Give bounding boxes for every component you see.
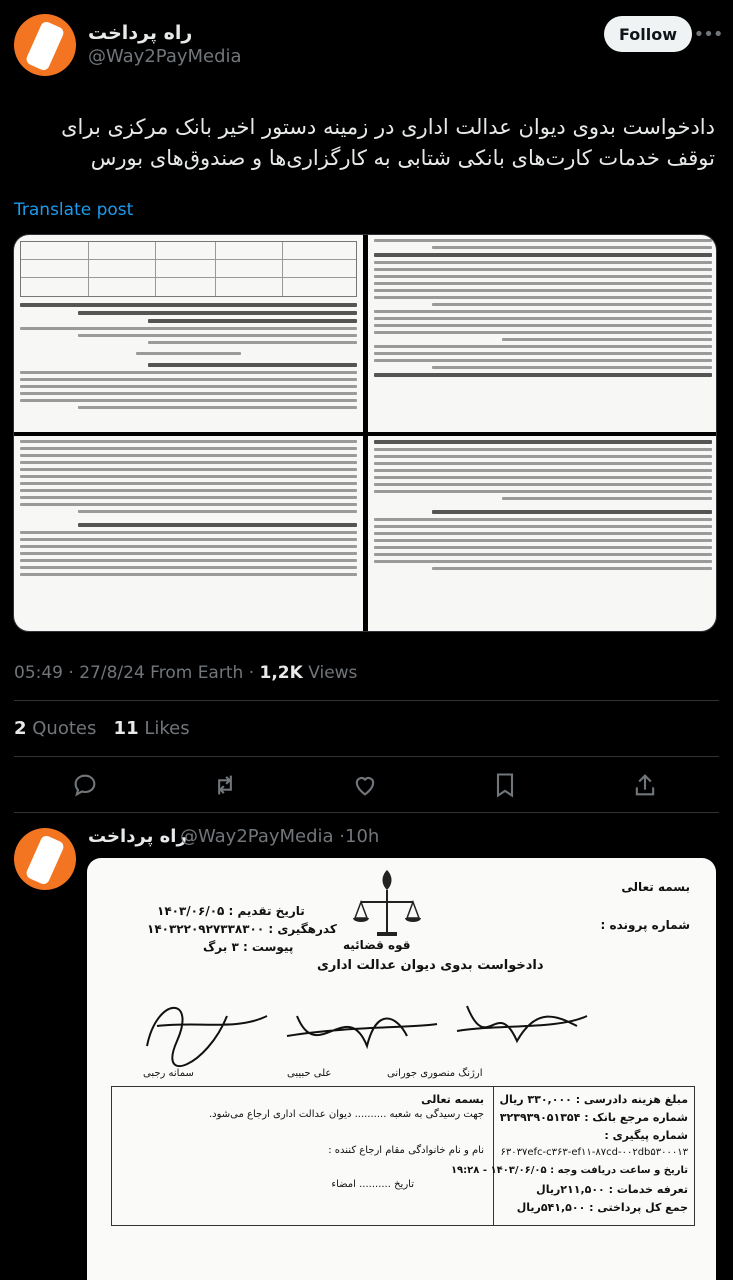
doc-basmala: بسمه تعالی <box>621 880 690 894</box>
quotes-link[interactable]: 2 Quotes <box>14 718 96 739</box>
fee-line: تعرفه خدمات : ۲۱۱,۵۰۰ریال <box>536 1183 688 1196</box>
referral-line: نام و نام خانوادگی مقام ارجاع کننده : <box>328 1145 484 1156</box>
referral-basmala: بسمه تعالی <box>421 1093 484 1106</box>
retweet-icon[interactable] <box>211 771 239 799</box>
reply-author-avatar[interactable] <box>14 828 76 890</box>
author-handle[interactable]: @Way2PayMedia <box>88 46 242 67</box>
fee-line: جمع کل پرداختی : ۵۴۱,۵۰۰ریال <box>516 1201 688 1214</box>
more-options-icon[interactable]: ••• <box>694 22 724 46</box>
doc-submit-date: تاریخ تقدیم : ۱۴۰۳/۰۶/۰۵ <box>157 904 305 918</box>
media-image-1[interactable] <box>14 235 363 432</box>
doc-table-divider <box>493 1087 494 1225</box>
bookmark-icon[interactable] <box>491 771 519 799</box>
divider <box>14 700 719 701</box>
share-icon[interactable] <box>631 771 659 799</box>
referral-line: تاریخ .......... امضاء <box>331 1179 414 1190</box>
views-count: 1,2K <box>259 663 303 683</box>
doc-tracking-code: کدرهگیری : ۱۴۰۳۲۲۰۹۲۷۳۳۸۳۰۰ <box>147 922 337 936</box>
author-name[interactable]: راه پرداخت <box>88 22 192 44</box>
likes-label: Likes <box>144 718 190 739</box>
doc-attachment: پیوست : ۳ برگ <box>203 940 294 954</box>
likes-count: 11 <box>113 718 139 739</box>
referral-line: جهت رسیدگی به شعبه .......... دیوان عدال… <box>208 1109 484 1120</box>
author-avatar[interactable] <box>14 14 76 76</box>
quotes-label: Quotes <box>32 718 97 739</box>
reply-time-ago: 10h <box>345 826 380 847</box>
doc-judiciary: قوه قضائیه <box>343 938 411 952</box>
fee-line: مبلغ هزینه دادرسی : ۳۳۰,۰۰۰ ریال <box>499 1093 688 1106</box>
likes-link[interactable]: 11 Likes <box>114 718 190 739</box>
fee-line: شماره مرجع بانک : ۳۲۳۹۳۹۰۵۱۳۵۴ <box>499 1111 688 1124</box>
translate-post-link[interactable]: Translate post <box>14 200 133 220</box>
post-time[interactable]: 05:49 <box>14 663 63 683</box>
doc-title: دادخواست بدوی دیوان عدالت اداری <box>317 958 544 973</box>
signer-name: سمانه رجبی <box>143 1068 194 1079</box>
doc-info-table: مبلغ هزینه دادرسی : ۳۳۰,۰۰۰ ریال شماره م… <box>111 1086 695 1226</box>
fee-line: ۶۳۰۳۷efc-c۳۶۳-ef۱۱-۸۷cd-۰۰۲db۵۳۰۰۰۱۳ <box>500 1147 688 1158</box>
doc-header-table <box>20 241 357 297</box>
media-image-2[interactable] <box>368 235 716 432</box>
views-label: Views <box>308 663 358 683</box>
engagement-stats: 2 Quotes 11 Likes <box>14 718 190 739</box>
brand-logo-mark <box>24 20 66 72</box>
follow-button[interactable]: Follow <box>604 16 692 52</box>
reply-media-image[interactable]: بسمه تعالی شماره پرونده : قوه قضائیه داد… <box>87 858 716 1280</box>
like-icon[interactable] <box>351 771 379 799</box>
divider <box>14 812 719 813</box>
reply-author-meta[interactable]: @Way2PayMedia ·10h <box>180 826 379 847</box>
judiciary-emblem-icon <box>353 870 421 936</box>
reply-icon[interactable] <box>71 771 99 799</box>
doc-case-number: شماره پرونده : <box>600 918 690 932</box>
signatures-image <box>146 1005 588 1068</box>
post-metadata: 05:49 · 27/8/24 From Earth · 1,2K Views <box>14 663 358 683</box>
post-text: دادخواست بدوی دیوان عدالت اداری در زمینه… <box>61 115 715 170</box>
quotes-count: 2 <box>14 718 27 739</box>
reply-author-handle: @Way2PayMedia <box>180 826 334 847</box>
divider <box>14 756 719 757</box>
media-image-3[interactable] <box>14 436 363 631</box>
post-source: From Earth <box>150 663 244 683</box>
post-media-grid <box>13 234 717 632</box>
media-image-4[interactable] <box>368 436 716 631</box>
signer-name: علی حبیبی <box>287 1068 332 1079</box>
signer-name: ارژنگ منصوری جورانی <box>387 1068 483 1079</box>
post-date[interactable]: 27/8/24 <box>79 663 145 683</box>
fee-line: شماره پیگیری : <box>604 1129 688 1142</box>
fee-line: تاریخ و ساعت دریافت وجه : ۱۴۰۳/۰۶/۰۵ - ۱… <box>450 1165 688 1176</box>
reply-author-name[interactable]: راه پرداخت <box>88 826 187 847</box>
brand-logo-mark <box>24 834 66 886</box>
